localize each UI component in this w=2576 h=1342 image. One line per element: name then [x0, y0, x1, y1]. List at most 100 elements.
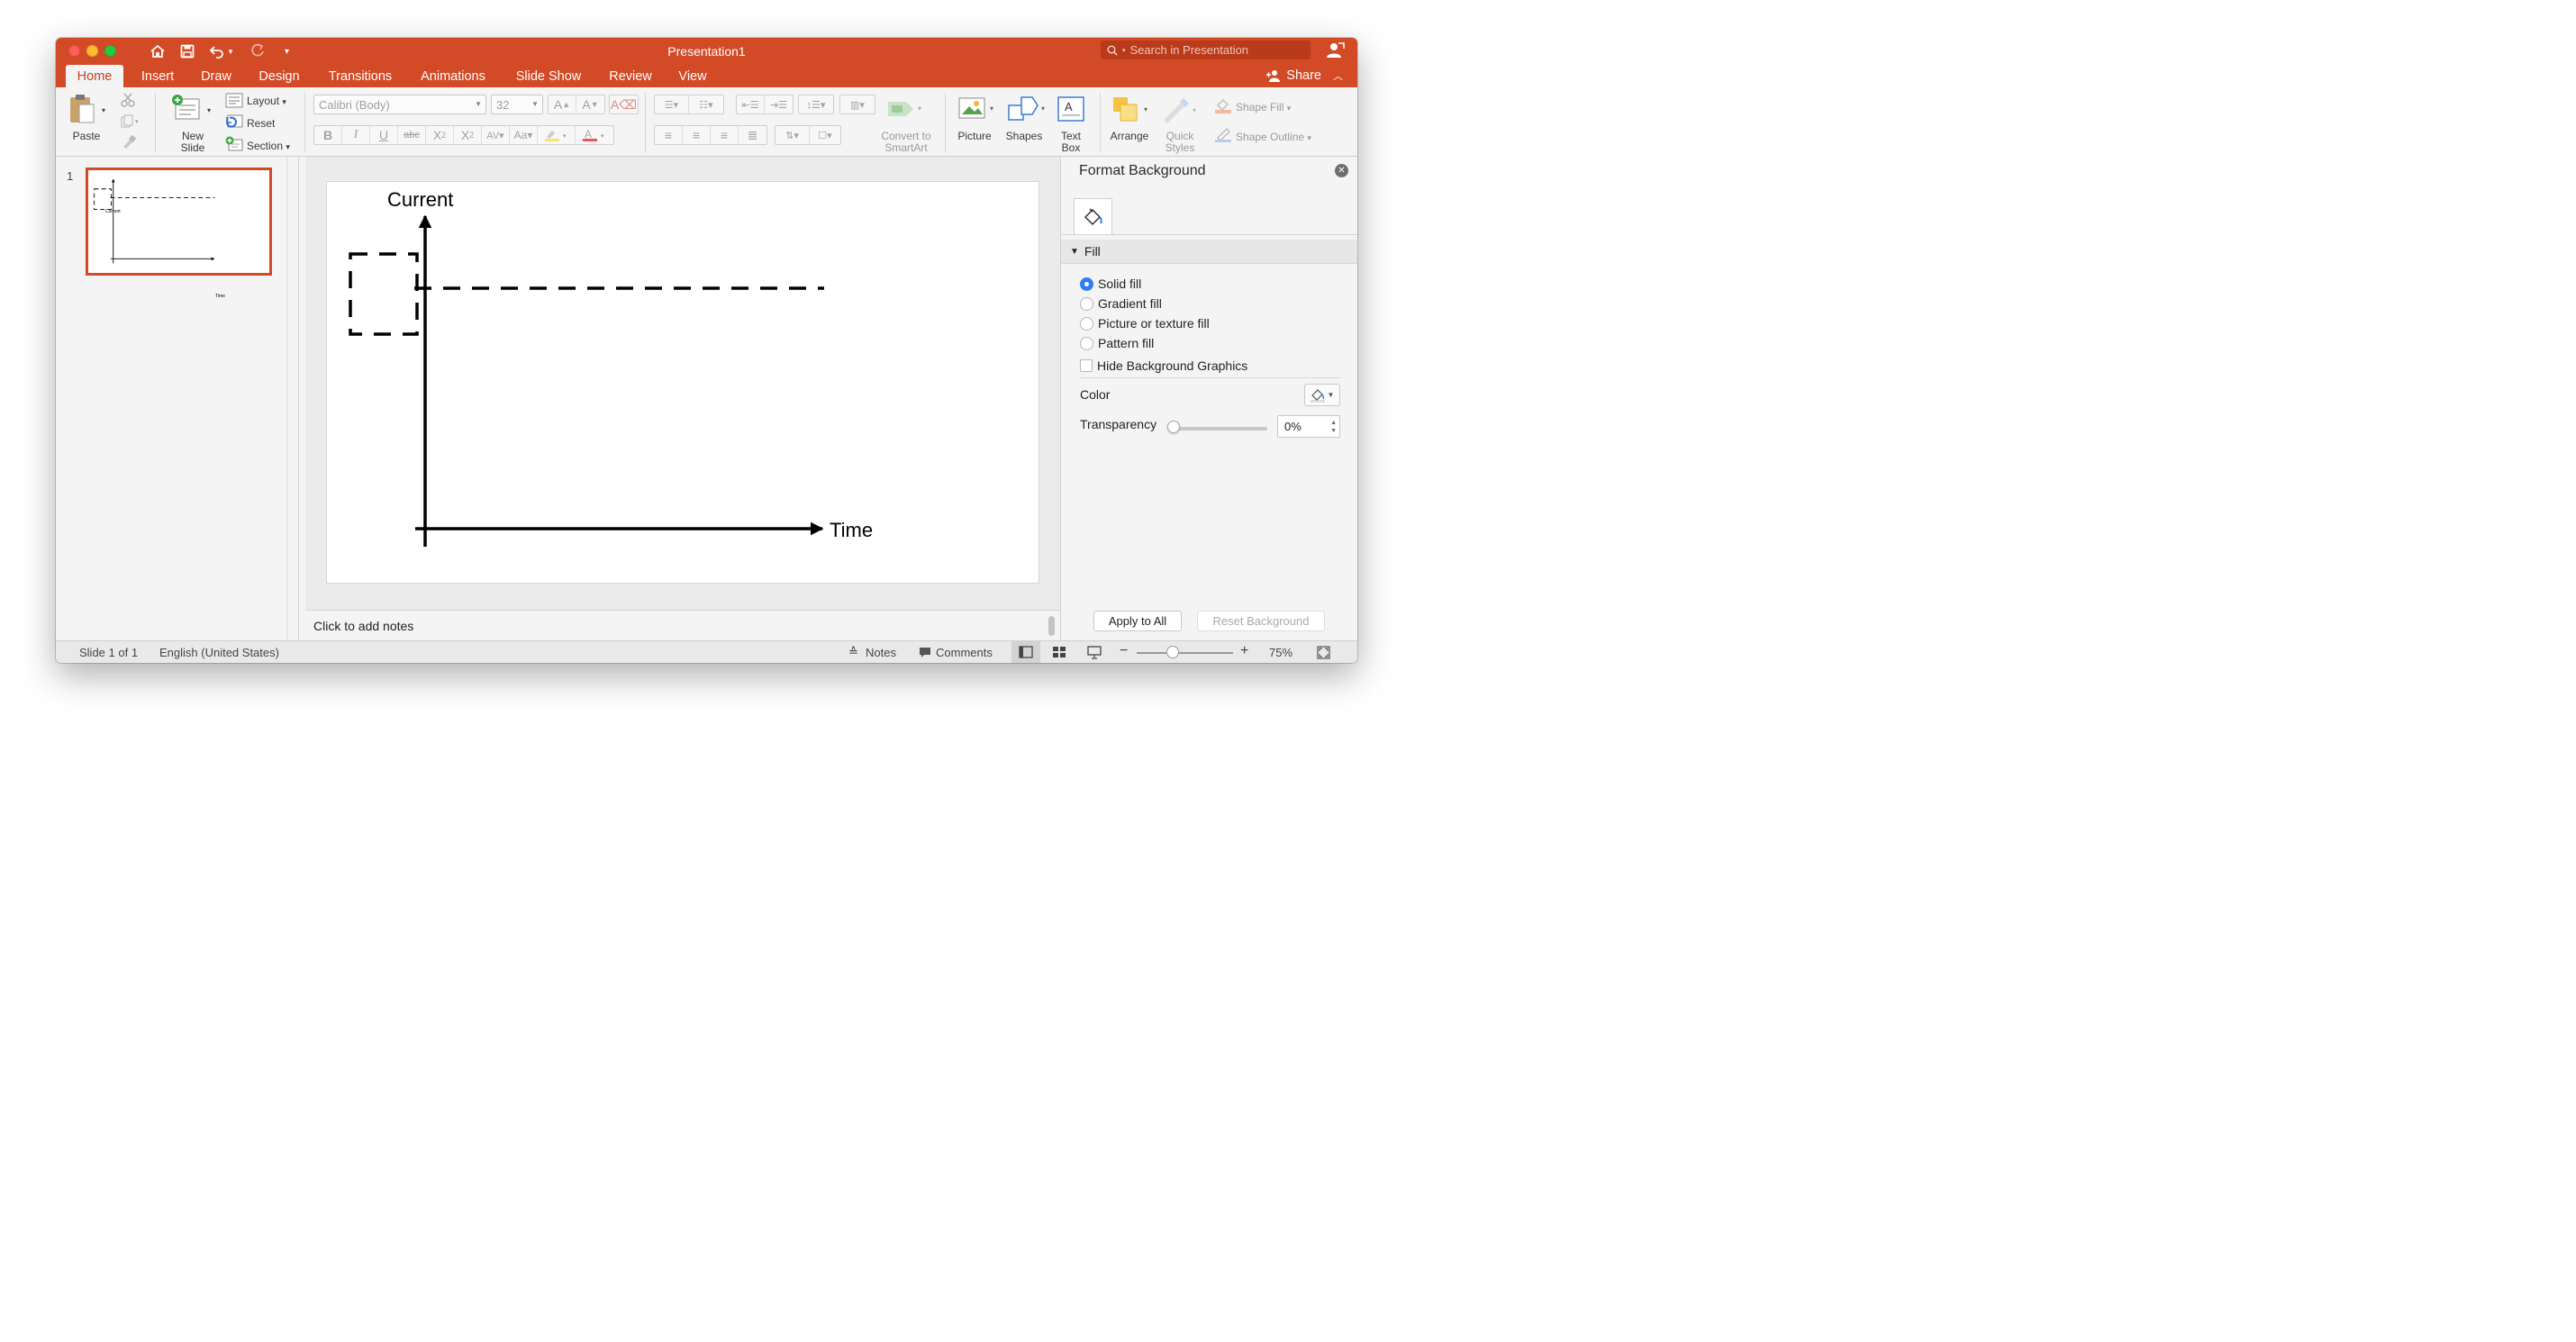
reset-background-button[interactable]: Reset Background: [1197, 611, 1325, 631]
arrange-icon[interactable]: ▾: [1111, 95, 1151, 122]
section-button[interactable]: Section ▾: [247, 141, 290, 153]
reset-button[interactable]: Reset: [247, 118, 275, 130]
justify-icon[interactable]: ≣: [739, 126, 766, 144]
text-box-icon[interactable]: A: [1057, 95, 1085, 122]
slide-sorter-icon[interactable]: [1052, 646, 1066, 658]
align-left-icon[interactable]: ≡: [655, 126, 683, 144]
layout-button[interactable]: Layout ▾: [247, 95, 286, 108]
hide-graphics-checkbox[interactable]: [1080, 359, 1093, 372]
new-slide-icon[interactable]: [171, 94, 202, 122]
font-name-combo[interactable]: Calibri (Body) ▼: [313, 95, 486, 114]
shape-outline-button[interactable]: Shape Outline ▾: [1236, 131, 1311, 144]
presenter-view-icon[interactable]: [1087, 646, 1102, 659]
numbering-icon[interactable]: ☷▾: [689, 95, 723, 113]
tab-view[interactable]: View: [670, 65, 715, 87]
transparency-input[interactable]: 0% ▲ ▼: [1277, 415, 1340, 438]
underline-icon[interactable]: U: [370, 126, 398, 144]
apply-to-all-button[interactable]: Apply to All: [1093, 611, 1182, 631]
highlight-color-icon[interactable]: ▾: [538, 126, 576, 144]
solid-fill-radio[interactable]: [1080, 277, 1093, 291]
stepper-icon[interactable]: ▲ ▼: [1330, 419, 1337, 435]
font-size-combo[interactable]: 32 ▼: [491, 95, 543, 114]
cut-icon[interactable]: [120, 92, 136, 108]
smartart-icon[interactable]: ▾: [886, 96, 926, 122]
tab-animations[interactable]: Animations: [413, 65, 494, 87]
picture-fill-option[interactable]: Picture or texture fill: [1080, 315, 1210, 331]
bullets-icon[interactable]: ☰▾: [655, 95, 689, 113]
shape-fill-icon[interactable]: [1214, 96, 1232, 114]
fill-tab[interactable]: [1074, 198, 1112, 235]
increase-indent-icon[interactable]: ⇥☰: [765, 95, 793, 113]
close-pane-icon[interactable]: ✕: [1335, 164, 1348, 177]
columns-icon[interactable]: ▥▾: [840, 95, 875, 113]
tab-slide-show[interactable]: Slide Show: [506, 65, 591, 87]
line-spacing-icon[interactable]: ↕☰▾: [799, 95, 833, 113]
tab-review[interactable]: Review: [600, 65, 661, 87]
strikethrough-icon[interactable]: abc: [398, 126, 426, 144]
zoom-slider[interactable]: [1137, 652, 1233, 654]
fill-section-header[interactable]: ▼ Fill: [1061, 240, 1357, 264]
zoom-in-icon[interactable]: +: [1240, 643, 1248, 659]
account-icon[interactable]: [1325, 41, 1345, 60]
clear-formatting-icon[interactable]: A⌫: [610, 95, 638, 113]
solid-fill-option[interactable]: Solid fill: [1080, 276, 1141, 292]
text-direction-icon[interactable]: ⇅▾: [776, 126, 810, 144]
hide-graphics-option[interactable]: Hide Background Graphics: [1080, 358, 1247, 374]
panel-divider[interactable]: [286, 157, 287, 640]
change-case-icon[interactable]: Aa▾: [510, 126, 538, 144]
share-button[interactable]: Share ︿: [1265, 66, 1343, 86]
decrease-indent-icon[interactable]: ⇤☰: [737, 95, 765, 113]
picture-fill-radio[interactable]: [1080, 316, 1093, 331]
format-painter-icon[interactable]: [121, 134, 137, 150]
comments-toggle[interactable]: Comments: [936, 646, 993, 659]
slide-diagram[interactable]: [350, 216, 824, 547]
color-picker-button[interactable]: ▼: [1304, 384, 1340, 406]
tab-home[interactable]: Home: [66, 65, 123, 87]
picture-icon[interactable]: ▾: [958, 96, 998, 122]
layout-icon[interactable]: [225, 93, 243, 108]
shrink-font-icon[interactable]: A ▼: [576, 95, 604, 113]
reset-icon[interactable]: [225, 114, 243, 130]
italic-icon[interactable]: I: [342, 126, 370, 144]
tab-draw[interactable]: Draw: [193, 65, 240, 87]
bold-icon[interactable]: B: [314, 126, 342, 144]
gradient-fill-radio[interactable]: [1080, 296, 1093, 311]
zoom-out-icon[interactable]: −: [1120, 643, 1128, 659]
align-right-icon[interactable]: ≡: [711, 126, 739, 144]
tab-design[interactable]: Design: [249, 65, 309, 87]
tab-transitions[interactable]: Transitions: [319, 65, 402, 87]
transparency-slider[interactable]: [1171, 427, 1267, 431]
zoom-level[interactable]: 75%: [1269, 646, 1293, 659]
pattern-fill-option[interactable]: Pattern fill: [1080, 335, 1154, 351]
fit-to-window-icon[interactable]: [1317, 646, 1330, 659]
align-text-icon[interactable]: ☐▾: [810, 126, 840, 144]
search-box[interactable]: ▾ Search in Presentation: [1101, 41, 1311, 59]
zoom-slider-thumb[interactable]: [1166, 646, 1179, 658]
comments-icon[interactable]: [919, 647, 931, 658]
notes-icon[interactable]: ≙: [848, 645, 858, 659]
normal-view-button[interactable]: [1011, 641, 1040, 663]
language-indicator[interactable]: English (United States): [159, 646, 279, 659]
current-slide[interactable]: Current Time: [327, 182, 1039, 583]
pattern-fill-radio[interactable]: [1080, 336, 1093, 350]
gradient-fill-option[interactable]: Gradient fill: [1080, 295, 1162, 312]
font-color-icon[interactable]: A ▾: [576, 126, 613, 144]
new-slide-dropdown-icon[interactable]: ▾: [207, 104, 211, 116]
copy-icon[interactable]: ▾: [121, 114, 141, 129]
tab-insert[interactable]: Insert: [132, 65, 184, 87]
shapes-icon[interactable]: ▾: [1007, 95, 1048, 123]
notes-toggle[interactable]: Notes: [866, 646, 896, 659]
superscript-icon[interactable]: X2: [426, 126, 454, 144]
y-axis-label[interactable]: Current: [387, 188, 453, 211]
grow-font-icon[interactable]: A ▲: [549, 95, 576, 113]
character-spacing-icon[interactable]: AV▾: [482, 126, 510, 144]
align-center-icon[interactable]: ≡: [683, 126, 711, 144]
shape-fill-button[interactable]: Shape Fill ▾: [1236, 102, 1291, 114]
notes-scrollbar[interactable]: [1048, 616, 1055, 636]
paste-icon[interactable]: [68, 94, 95, 124]
transparency-slider-thumb[interactable]: [1167, 421, 1180, 433]
notes-pane[interactable]: Click to add notes: [305, 610, 1060, 640]
slide-thumbnail[interactable]: [86, 168, 272, 276]
shape-outline-icon[interactable]: [1214, 125, 1232, 143]
section-icon[interactable]: [225, 136, 243, 151]
